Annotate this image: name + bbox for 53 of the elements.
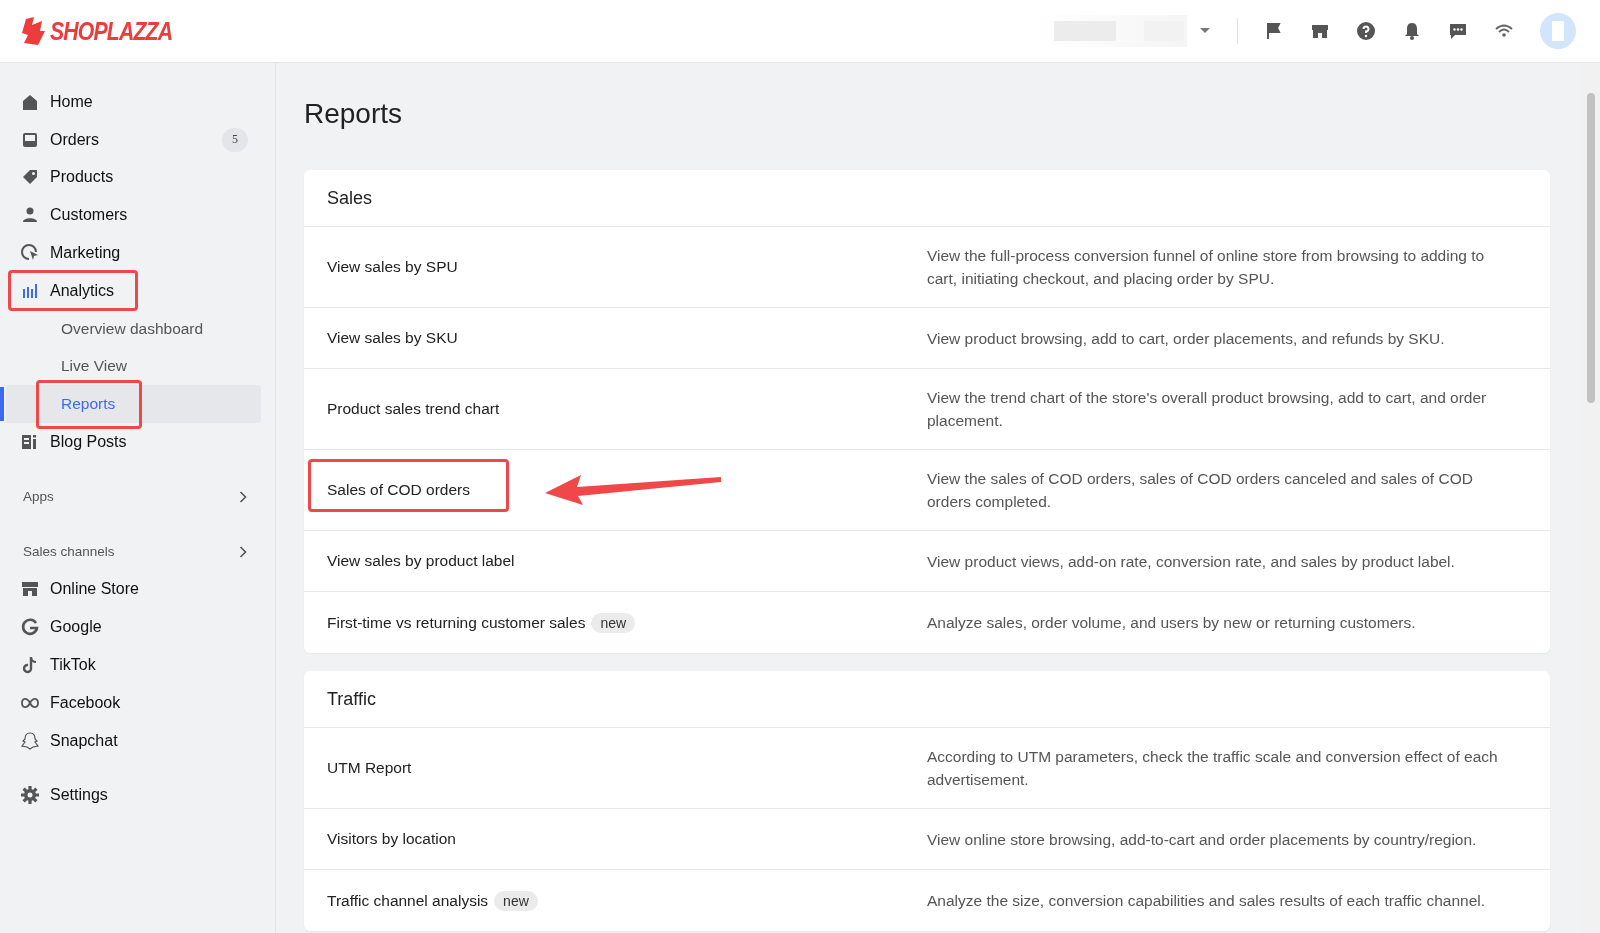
report-description: Analyze sales, order volume, and users by new or returning customers. [927,613,1417,633]
card-title: Traffic [304,671,1550,728]
page-title: Reports [304,98,404,130]
nav-item[interactable]: Facebook [20,692,121,713]
report-description: Analyze the size, conversion capabilities and sales results of each traffic channel. [927,891,1487,911]
report-description: According to UTM parameters, check the traffic scale and conversion effect of each advertisement. [927,747,1499,790]
nav-item[interactable]: Snapchat [20,730,118,751]
chevron-right-icon[interactable] [239,490,247,503]
nav-item[interactable]: Online Store [20,579,139,600]
nav-subitem[interactable]: Live View [61,357,128,376]
chevron-right-icon[interactable] [239,545,247,558]
report-description: View product views, add-on rate, conversion rate, and sales by product label. [927,551,1456,572]
nav-item[interactable]: Orders [20,129,99,150]
report-description: View product browsing, add to cart, order placements, and refunds by SKU. [927,328,1446,349]
logo-wordmark[interactable]: SHOPLAZZA [50,16,173,46]
report-link[interactable]: First-time vs returning customer sales [327,613,586,632]
nav-item[interactable]: Products [20,167,114,188]
nav-item[interactable]: Home [20,91,93,112]
report-link[interactable]: View sales by product label [327,552,515,570]
report-description: View online store browsing, add-to-cart and order placements by country/region. [927,829,1478,850]
ghost-icon [20,730,40,751]
nav-subitem[interactable]: Overview dashboard [61,319,204,338]
help-icon[interactable] [1356,21,1376,41]
nav-item[interactable]: TikTok [20,655,96,676]
gear-icon [20,785,40,806]
nav-item[interactable]: Marketing [20,243,121,264]
card-title: Sales [304,170,1550,227]
report-link[interactable]: Product sales trend chart [327,400,500,418]
nav-item[interactable]: Google [20,617,102,638]
report-link[interactable]: View sales by SKU [327,329,458,347]
logo-icon [22,17,46,45]
nav-item[interactable]: Analytics [20,280,115,301]
report-description: View the sales of COD orders, sales of COD orders canceled and sales of COD orders completed. [927,469,1474,512]
new-badge: new [591,612,636,633]
section-heading: Apps [23,489,54,505]
report-link[interactable]: Visitors by location [327,830,456,848]
count-badge: 5 [222,127,248,152]
report-description: View the full-process conversion funnel of online store from browsing to adding to cart, initiating checkout, and placing order by SPU. [927,246,1486,289]
report-link[interactable]: View sales by SPU [327,258,458,276]
chat-icon[interactable] [1448,21,1468,41]
new-badge: new [494,890,538,911]
caret-icon[interactable] [1199,27,1211,35]
selection-indicator [0,387,4,422]
report-link[interactable]: Traffic channel analysis [327,891,489,910]
nav-item[interactable]: Customers [20,205,128,226]
section-heading: Sales channels [23,544,115,560]
report-description: View the trend chart of the store's overall product browsing, add to cart, and order placement. [927,388,1488,431]
nav-item[interactable]: Settings [20,785,108,806]
nav-subitem[interactable]: Reports [61,395,116,414]
google-g-icon [20,617,40,638]
report-link[interactable]: Sales of COD orders [327,481,470,499]
nav-item[interactable]: Blog Posts [20,432,127,453]
report-link[interactable]: UTM Report [327,759,412,777]
